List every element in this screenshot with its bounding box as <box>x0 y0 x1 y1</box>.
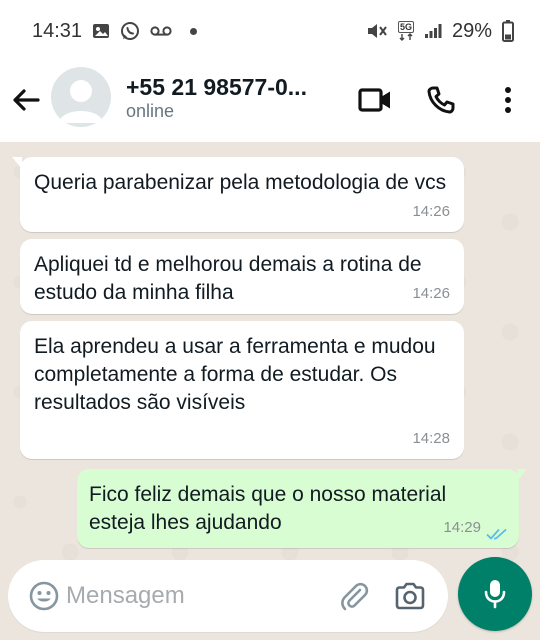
back-arrow-icon <box>13 89 40 111</box>
status-time: 14:31 <box>32 19 83 42</box>
chat-area[interactable]: Queria parabenizar pela metodologia de v… <box>0 142 540 560</box>
attach-icon <box>341 582 369 611</box>
more-vert-icon <box>505 87 511 113</box>
phone-icon <box>427 86 455 114</box>
back-button[interactable] <box>10 84 42 116</box>
whatsapp-icon <box>120 21 140 41</box>
more-options-button[interactable] <box>488 80 528 120</box>
gallery-icon <box>92 23 110 39</box>
voice-message-button[interactable] <box>458 557 532 631</box>
message-text: Ela aprendeu a usar a ferramenta e mudou… <box>34 335 436 414</box>
message-text: Apliquei td e melhorou demais a rotina d… <box>34 253 422 304</box>
status-bar: 14:31 5G 29% <box>0 0 540 62</box>
message-text: Queria parabenizar pela metodologia de v… <box>34 171 447 194</box>
signal-icon <box>424 23 442 39</box>
video-call-icon <box>358 88 390 112</box>
avatar[interactable] <box>51 67 111 127</box>
battery-icon <box>502 20 514 42</box>
network-badge: 5G <box>397 21 414 41</box>
emoji-button[interactable] <box>26 578 62 614</box>
emoji-icon <box>29 581 59 611</box>
battery-percent: 29% <box>451 19 492 42</box>
message-time: 14:26 <box>412 203 450 220</box>
voice-call-button[interactable] <box>421 80 461 120</box>
attach-button[interactable] <box>336 578 372 614</box>
camera-button[interactable] <box>392 578 428 614</box>
video-call-button[interactable] <box>355 80 395 120</box>
message-input[interactable] <box>66 576 306 616</box>
message-time: 14:26 <box>412 285 450 302</box>
avatar-icon <box>59 80 103 123</box>
read-ticks-icon <box>486 528 507 540</box>
status-right: 5G 29% <box>366 20 514 43</box>
message-input-pill <box>8 560 448 632</box>
status-left: 14:31 <box>32 19 198 43</box>
bubble-tail <box>12 157 22 169</box>
message-incoming[interactable]: Queria parabenizar pela metodologia de v… <box>12 157 464 232</box>
chat-header: +55 21 98577-0... online <box>0 62 540 142</box>
notification-dot-icon <box>190 27 198 35</box>
contact-status: online <box>126 101 175 121</box>
message-incoming[interactable]: Ela aprendeu a usar a ferramenta e mudou… <box>20 321 464 459</box>
mic-icon <box>484 580 506 609</box>
camera-icon <box>395 582 425 610</box>
message-outgoing[interactable]: Fico feliz demais que o nosso material e… <box>77 469 527 548</box>
mute-icon <box>366 22 388 40</box>
message-time: 14:29 <box>443 519 481 536</box>
bubble-tail <box>517 469 527 481</box>
voicemail-icon <box>150 25 172 37</box>
composer <box>0 557 540 640</box>
contact-name[interactable]: +55 21 98577-0... <box>126 74 336 101</box>
message-time: 14:28 <box>412 430 450 447</box>
message-incoming[interactable]: Apliquei td e melhorou demais a rotina d… <box>20 239 464 314</box>
